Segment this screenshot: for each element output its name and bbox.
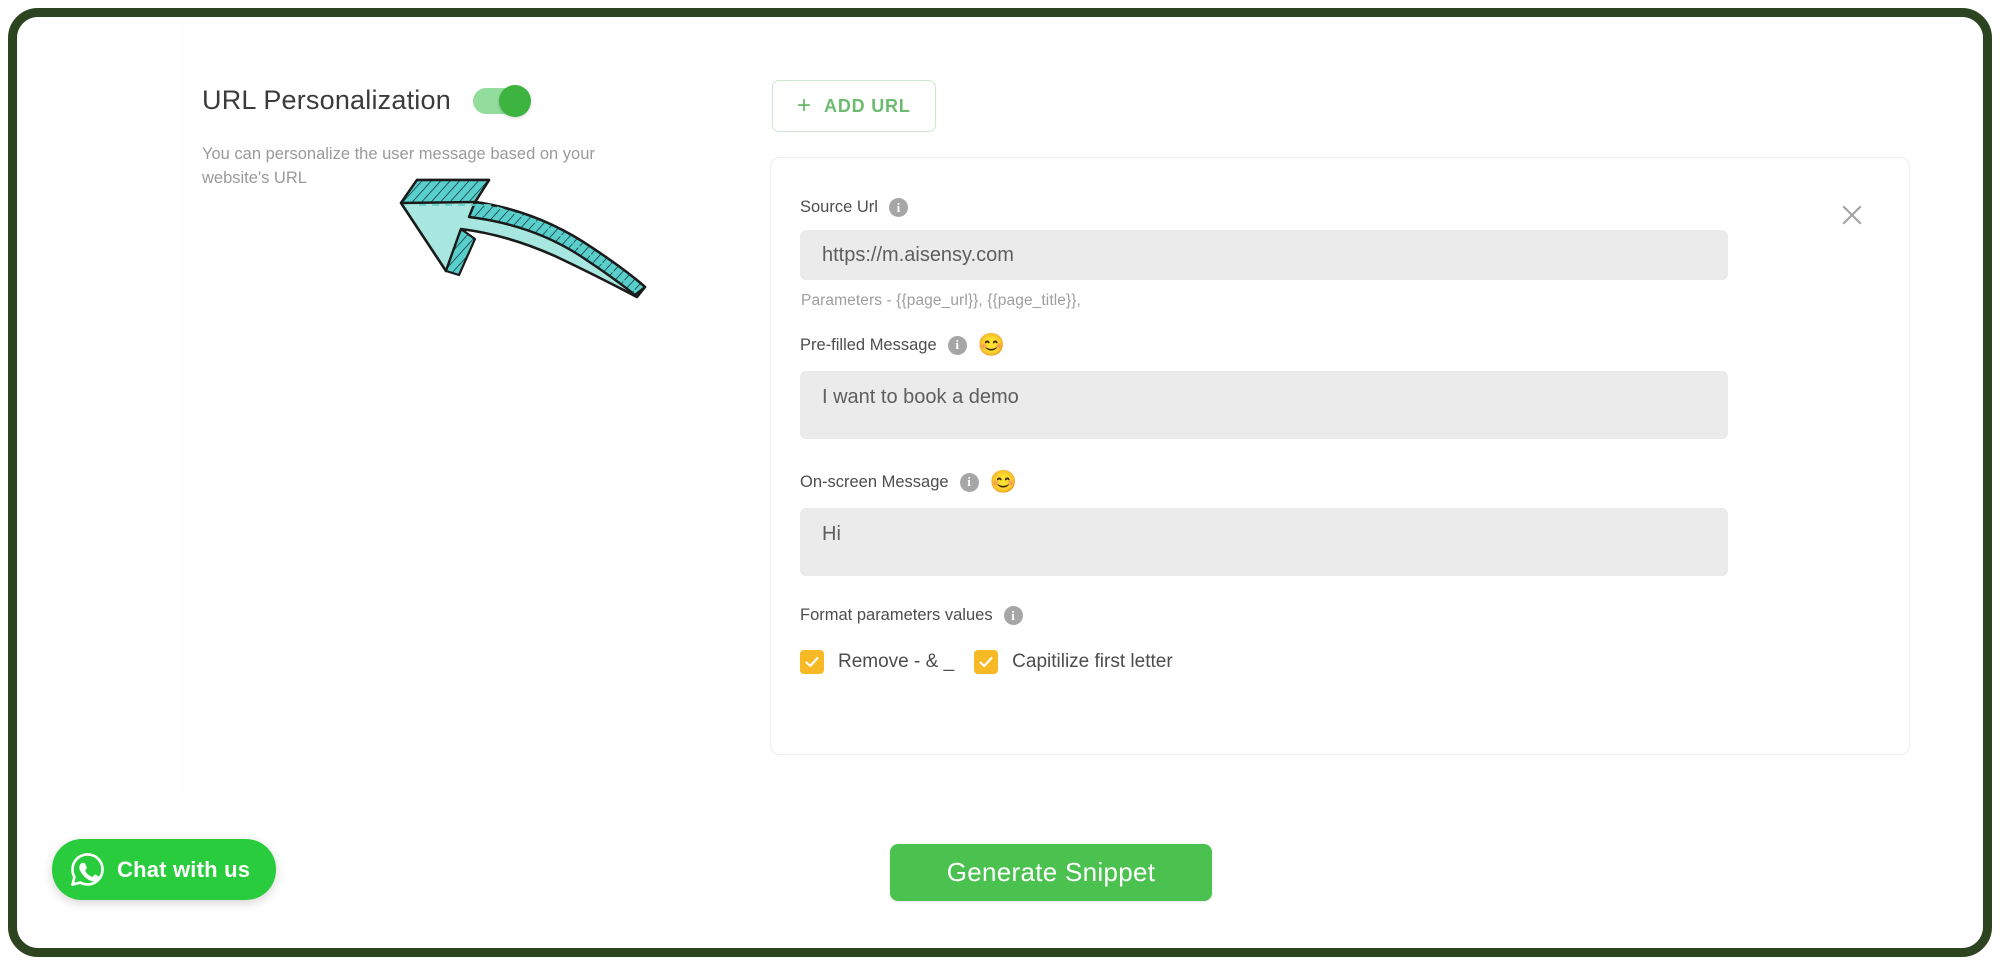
url-personalization-toggle[interactable] — [472, 84, 531, 117]
url-personalization-header: URL Personalization — [202, 84, 531, 117]
prefilled-message-label: Pre-filled Message — [800, 335, 937, 354]
format-parameters-label: Format parameters values — [800, 606, 993, 624]
url-config-card: Source Url i Parameters - {{page_url}}, … — [770, 157, 1910, 755]
page-title: URL Personalization — [202, 85, 451, 115]
onscreen-message-label: On-screen Message — [800, 472, 949, 491]
format-parameters-options: Remove - & _ Capitilize first letter — [800, 650, 1728, 674]
parameters-hint: Parameters - {{page_url}}, {{page_title}… — [801, 292, 1081, 309]
source-url-label-row: Source Url i — [800, 198, 1728, 217]
onscreen-message-label-row: On-screen Message i 😊 — [800, 469, 1728, 495]
smiley-icon[interactable]: 😊 — [990, 469, 1017, 495]
hand-drawn-arrow-icon — [389, 175, 654, 305]
whatsapp-chat-widget[interactable]: Chat with us — [52, 839, 277, 900]
add-url-button-label: ADD URL — [824, 95, 911, 116]
prefilled-message-input[interactable] — [800, 371, 1728, 439]
prefilled-message-label-row: Pre-filled Message i 😊 — [800, 332, 1728, 358]
checkbox-capitalize-first-letter[interactable]: Capitilize first letter — [974, 650, 1173, 674]
checkbox-label: Remove - & _ — [838, 651, 955, 672]
checkbox-label: Capitilize first letter — [1012, 651, 1173, 672]
checkmark-icon — [800, 650, 824, 674]
url-card-body: Source Url i Parameters - {{page_url}}, … — [800, 198, 1728, 674]
checkmark-icon — [974, 650, 999, 674]
whatsapp-icon — [69, 851, 106, 888]
app-frame: URL Personalization You can personalize … — [8, 8, 1992, 957]
left-panel: URL Personalization You can personalize … — [17, 17, 757, 948]
page-canvas: URL Personalization You can personalize … — [17, 17, 1983, 948]
info-icon[interactable]: i — [947, 335, 967, 355]
onscreen-message-input[interactable] — [800, 508, 1728, 576]
smiley-icon[interactable]: 😊 — [978, 332, 1005, 358]
add-url-button[interactable]: + ADD URL — [772, 80, 936, 132]
toggle-knob — [498, 84, 531, 117]
close-icon[interactable] — [1837, 200, 1867, 230]
info-icon[interactable]: i — [1003, 606, 1023, 625]
plus-icon: + — [797, 92, 812, 119]
chat-widget-label: Chat with us — [117, 856, 251, 882]
info-icon[interactable]: i — [888, 198, 908, 217]
format-parameters-label-row: Format parameters values i — [800, 606, 1728, 625]
source-url-label: Source Url — [800, 198, 878, 216]
right-panel: + ADD URL Source Url i https://m.aisensy… — [757, 17, 1983, 948]
generate-snippet-button[interactable]: Generate Snippet — [890, 844, 1212, 901]
checkbox-remove-dash-underscore[interactable]: Remove - & _ — [800, 650, 954, 674]
source-url-input[interactable] — [800, 230, 1728, 280]
info-icon[interactable]: i — [959, 472, 979, 492]
